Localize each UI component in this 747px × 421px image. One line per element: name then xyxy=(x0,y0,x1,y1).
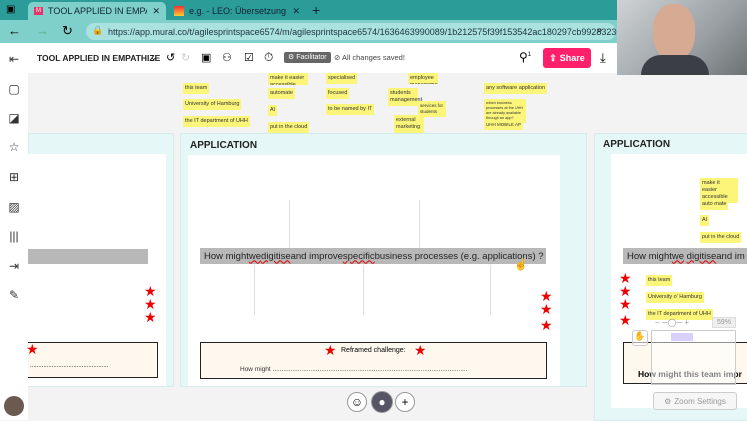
star-icon[interactable]: ☆ xyxy=(7,140,21,154)
sticky-note[interactable]: focused xyxy=(326,88,350,100)
sticky-note[interactable]: external marketing xyxy=(394,115,424,134)
sticky-note[interactable]: AI xyxy=(700,215,710,227)
url-input[interactable]: https://app.mural.co/t/agilesprintspace6… xyxy=(86,23,633,40)
tab-actions-icon[interactable]: ▣ xyxy=(6,4,15,15)
emoji-button[interactable]: ☺ xyxy=(347,392,367,412)
sticky-note[interactable]: University of Hamburg xyxy=(183,99,242,111)
new-tab-button[interactable]: + xyxy=(312,2,320,18)
share-icon: ⇪ xyxy=(549,52,557,63)
shapes-icon[interactable]: ◪ xyxy=(7,111,21,125)
share-button[interactable]: ⇪ Share xyxy=(543,48,591,68)
star-icon: ★ xyxy=(144,309,157,325)
minimap[interactable] xyxy=(651,330,736,385)
sticky-note[interactable]: to be named by IT xyxy=(326,104,375,116)
sticky-note[interactable]: this team xyxy=(646,275,673,287)
sticky-note[interactable]: make it easier accessible xyxy=(268,73,308,85)
board-title[interactable]: TOOL APPLIED IN EMPATHIZE xyxy=(37,53,160,63)
star-icon: ★ xyxy=(26,341,39,357)
import-icon[interactable]: ⇥ xyxy=(7,259,21,273)
search-icon[interactable]: ⌕ xyxy=(597,25,603,36)
tab-title: e.g. - LEO: Übersetzung im Engli xyxy=(189,6,287,16)
reframed-box-left[interactable]: ........................................… xyxy=(28,342,158,378)
divider xyxy=(490,265,491,315)
tab-mural[interactable]: M TOOL APPLIED IN EMPATHIZE • / ✕ xyxy=(28,2,166,20)
leo-icon xyxy=(174,6,184,16)
cursor-icon: ☝ xyxy=(514,259,528,271)
sticky-note-icon[interactable]: ▢ xyxy=(7,82,21,96)
image-icon[interactable]: ▨ xyxy=(7,200,21,214)
star-icon: ★ xyxy=(619,296,632,312)
minimap-viewport[interactable] xyxy=(671,333,693,341)
close-icon[interactable]: ✕ xyxy=(292,6,300,17)
undo-icon[interactable]: ↺ xyxy=(166,51,175,64)
facilitator-button[interactable]: ⚙ Facilitator xyxy=(284,52,331,63)
user-avatar[interactable] xyxy=(4,396,24,416)
star-icon: ★ xyxy=(324,342,337,358)
sticky-note[interactable]: specialised xyxy=(326,73,358,85)
timer-icon[interactable]: ⏱ xyxy=(264,50,273,65)
divider xyxy=(289,200,290,248)
private-mode-icon[interactable]: ⚇ xyxy=(222,51,232,64)
divider xyxy=(363,265,364,315)
close-icon[interactable]: ✕ xyxy=(152,6,160,17)
hand-tool-icon[interactable]: ✋ xyxy=(632,330,648,346)
redo-icon[interactable]: ↻ xyxy=(181,51,190,64)
lock-icon: 🔒 xyxy=(92,25,104,35)
sticky-note[interactable]: employee management xyxy=(408,73,438,84)
pen-icon[interactable]: ✎ xyxy=(7,288,21,302)
sticky-note[interactable]: any software application xyxy=(484,83,548,95)
divider xyxy=(254,265,255,315)
zoom-level[interactable]: 59% xyxy=(712,317,737,328)
exit-icon[interactable]: ⇤ xyxy=(7,52,21,66)
add-button[interactable]: + xyxy=(395,392,415,412)
sticky-note[interactable]: put in the cloud xyxy=(700,232,742,244)
zoom-settings-button[interactable]: ⚙ Zoom Settings xyxy=(653,392,737,410)
download-icon[interactable]: ⤓ xyxy=(600,50,606,66)
star-icon: ★ xyxy=(619,312,632,328)
reload-icon[interactable]: ↻ xyxy=(62,23,73,39)
library-icon[interactable]: ||| xyxy=(7,229,21,243)
sticky-note[interactable]: auto mate xyxy=(700,199,729,211)
back-icon[interactable]: ← xyxy=(8,23,21,38)
frame-icon[interactable]: ⊞ xyxy=(7,170,21,184)
tab-leo[interactable]: e.g. - LEO: Übersetzung im Engli ✕ xyxy=(168,2,306,20)
user-icon[interactable]: ⚲1 xyxy=(519,50,531,64)
voting-icon[interactable]: ☑ xyxy=(244,51,254,64)
divider xyxy=(419,200,420,248)
webcam-video xyxy=(617,0,747,75)
zoom-slider[interactable]: − ─◯─ + xyxy=(655,318,689,327)
sticky-note[interactable]: students management xyxy=(388,88,422,107)
frame-title: APPLICATION xyxy=(190,140,258,151)
save-status: ⊘ All changes saved! xyxy=(334,53,405,62)
sticky-note[interactable]: this team xyxy=(183,83,210,95)
frame-title: APPLICATION xyxy=(603,139,671,150)
chevron-down-icon[interactable]: ⌄ xyxy=(150,52,158,63)
how-might-line: How might ..............................… xyxy=(240,366,468,373)
star-icon: ★ xyxy=(414,342,427,358)
presenter-shirt xyxy=(641,55,709,75)
sticky-note[interactable]: UHH MOBILE AP xyxy=(484,120,524,130)
presenter-face xyxy=(653,4,695,60)
avatar[interactable]: ● xyxy=(371,391,393,413)
forward-icon[interactable]: → xyxy=(36,23,49,38)
tab-title: TOOL APPLIED IN EMPATHIZE • / xyxy=(48,6,147,16)
sticky-note[interactable]: University o' Hamburg xyxy=(646,292,704,304)
question-bar[interactable] xyxy=(28,249,148,264)
star-icon: ★ xyxy=(540,301,553,317)
reframed-label: Reframed challenge: xyxy=(341,347,406,354)
sticky-note[interactable]: AI xyxy=(268,105,278,117)
star-icon: ★ xyxy=(540,317,553,333)
sticky-note[interactable]: the IT department of UHH xyxy=(183,116,250,128)
sticky-note[interactable]: automate xyxy=(268,88,295,100)
mural-icon: M xyxy=(34,7,43,15)
sticky-note[interactable]: put in the cloud xyxy=(268,122,310,134)
gear-icon: ⚙ xyxy=(664,396,672,406)
question-bar[interactable]: How might we digitise and im xyxy=(623,248,747,264)
question-bar[interactable]: How might we digitise and improve specif… xyxy=(200,248,546,264)
outline-icon[interactable]: ▣ xyxy=(201,51,211,64)
